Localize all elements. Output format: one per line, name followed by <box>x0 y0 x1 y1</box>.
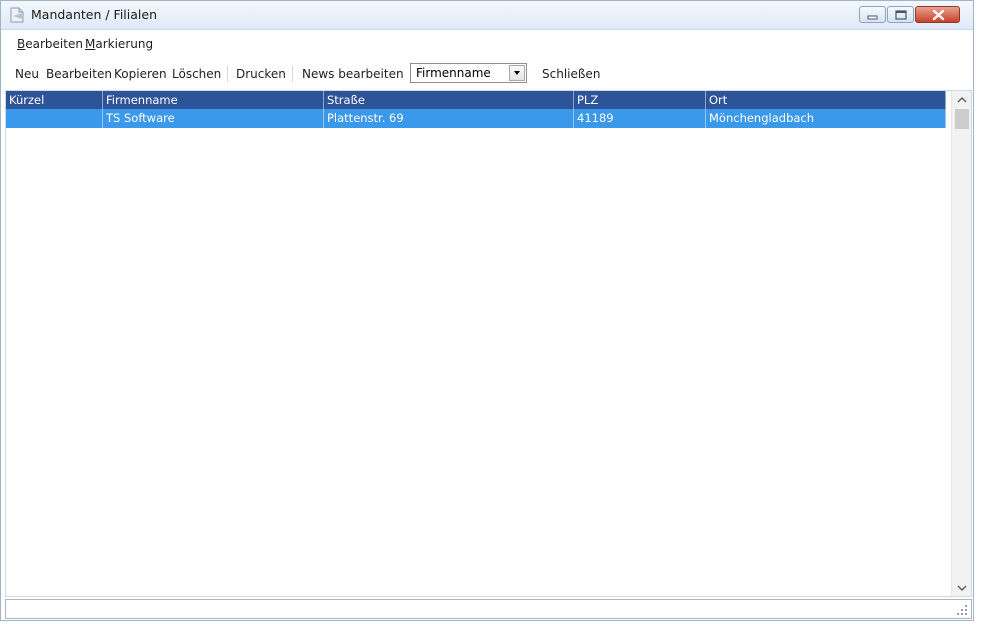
sort-field-select[interactable]: Firmenname <box>410 63 527 83</box>
scrollbar-thumb[interactable] <box>955 109 969 129</box>
company-grid[interactable]: Kürzel Firmenname Straße PLZ Ort TS Soft… <box>5 90 972 597</box>
maximize-button[interactable] <box>887 6 914 23</box>
copy-button[interactable]: Kopieren <box>114 67 167 81</box>
delete-button[interactable]: Löschen <box>172 67 221 81</box>
menu-markierung-accelerator: M <box>85 37 96 51</box>
status-bar <box>5 599 972 619</box>
minimize-icon <box>867 15 878 20</box>
column-header-plz[interactable]: PLZ <box>574 91 706 109</box>
scroll-down-button[interactable] <box>952 580 971 596</box>
menu-bearbeiten-accelerator: B <box>17 37 26 51</box>
chevron-down-icon <box>957 585 967 592</box>
maximize-icon <box>895 10 907 20</box>
menu-bar: Bearbeiten Markierung <box>1 35 973 55</box>
title-bar[interactable]: Mandanten / Filialen <box>1 1 973 30</box>
edit-button[interactable]: Bearbeiten <box>46 67 112 81</box>
close-icon <box>932 9 945 21</box>
cell-strasse: Plattenstr. 69 <box>324 109 574 128</box>
new-button[interactable]: Neu <box>15 67 39 81</box>
cell-ort: Mönchengladbach <box>706 109 946 128</box>
menu-markierung-label: arkierung <box>95 37 154 51</box>
news-edit-button[interactable]: News bearbeiten <box>302 67 404 81</box>
resize-grip-icon[interactable] <box>956 604 968 616</box>
vertical-scrollbar[interactable] <box>951 91 971 596</box>
close-window-button[interactable] <box>915 6 960 23</box>
menu-bearbeiten[interactable]: Bearbeiten <box>17 37 83 51</box>
toolbar-separator <box>292 66 293 82</box>
toolbar-separator <box>227 66 228 82</box>
main-window: Mandanten / Filialen Bearbeiten Markieru… <box>0 0 974 621</box>
column-header-kuerzel[interactable]: Kürzel <box>6 91 103 109</box>
grid-header: Kürzel Firmenname Straße PLZ Ort <box>6 91 946 109</box>
sort-field-value: Firmenname <box>416 66 491 80</box>
window-title: Mandanten / Filialen <box>31 7 158 22</box>
minimize-button[interactable] <box>859 6 886 23</box>
document-icon <box>9 7 25 23</box>
print-button[interactable]: Drucken <box>236 67 286 81</box>
column-header-ort[interactable]: Ort <box>706 91 946 109</box>
close-button[interactable]: Schließen <box>542 67 600 81</box>
chevron-up-icon <box>957 96 967 103</box>
column-header-firmenname[interactable]: Firmenname <box>103 91 324 109</box>
cell-kuerzel <box>6 109 103 128</box>
cell-plz: 41189 <box>574 109 706 128</box>
menu-bearbeiten-label: earbeiten <box>25 37 83 51</box>
menu-markierung[interactable]: Markierung <box>85 37 153 51</box>
chevron-down-icon <box>514 71 520 75</box>
dropdown-button[interactable] <box>509 65 525 81</box>
cell-firmenname: TS Software <box>103 109 324 128</box>
table-row[interactable]: TS Software Plattenstr. 69 41189 Mönchen… <box>6 109 946 128</box>
column-header-strasse[interactable]: Straße <box>324 91 574 109</box>
scroll-up-button[interactable] <box>952 92 971 108</box>
toolbar: Neu Bearbeiten Kopieren Löschen Drucken … <box>1 61 973 87</box>
